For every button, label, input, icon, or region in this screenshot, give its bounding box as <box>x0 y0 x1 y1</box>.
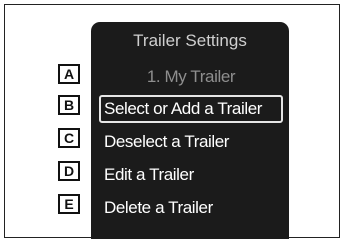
callout-label-a: A <box>58 64 80 84</box>
menu-item-edit-trailer[interactable]: Edit a Trailer <box>99 161 283 189</box>
callout-label-b: B <box>58 95 80 115</box>
menu-item-select-or-add-trailer[interactable]: Select or Add a Trailer <box>99 95 283 123</box>
menu-item-delete-trailer[interactable]: Delete a Trailer <box>99 194 283 222</box>
figure-frame: A B C D E Trailer Settings 1. My Trailer… <box>4 4 340 239</box>
menu-item-my-trailer: 1. My Trailer <box>146 67 236 86</box>
display-screen: Trailer Settings 1. My Trailer Select or… <box>91 22 289 239</box>
screen-title: Trailer Settings <box>133 31 247 50</box>
menu-item-deselect-trailer[interactable]: Deselect a Trailer <box>99 128 283 156</box>
callout-label-d: D <box>58 161 80 181</box>
callout-label-e: E <box>58 194 80 214</box>
callout-label-c: C <box>58 128 80 148</box>
